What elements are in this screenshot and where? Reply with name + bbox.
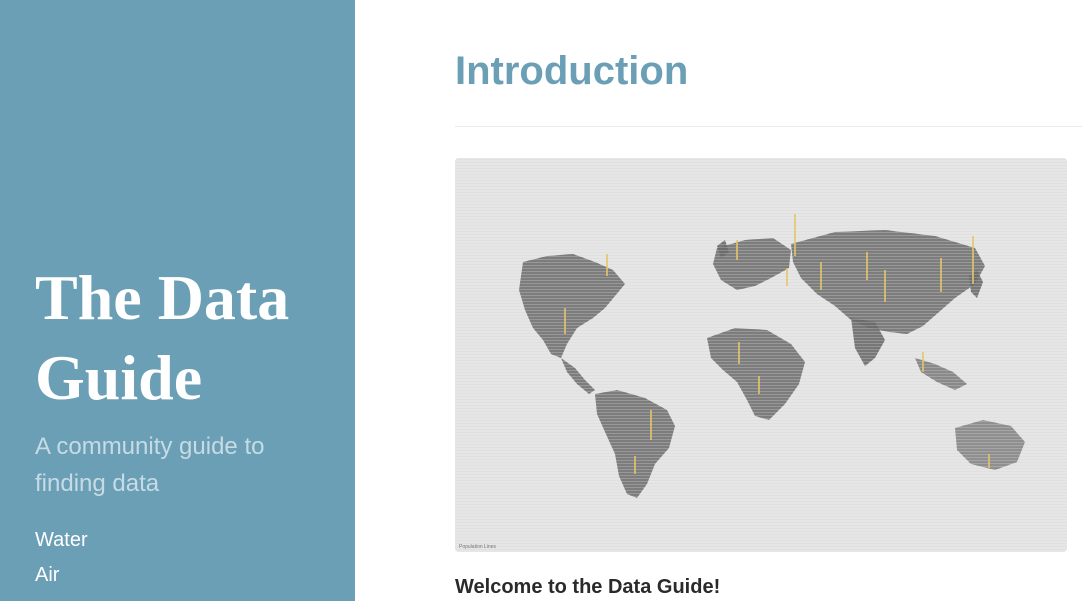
figure-caption: Population Lines (459, 544, 496, 550)
main-content: Introduction Population Lines Welcome to… (455, 0, 1082, 601)
welcome-heading: Welcome to the Data Guide! (455, 576, 721, 598)
page-title: Introduction (455, 49, 689, 93)
world-map-graphic (455, 158, 1067, 552)
sidebar: The Data Guide A community guide to find… (0, 0, 355, 601)
sidebar-nav: Water Air (35, 523, 88, 593)
nav-item-water[interactable]: Water (35, 523, 88, 558)
page: The Data Guide A community guide to find… (0, 0, 1082, 601)
site-title[interactable]: The Data Guide (35, 258, 335, 418)
title-divider (455, 126, 1082, 127)
site-tagline: A community guide to finding data (35, 433, 265, 497)
population-lines-map-image: Population Lines (455, 158, 1067, 552)
nav-item-air[interactable]: Air (35, 558, 88, 593)
